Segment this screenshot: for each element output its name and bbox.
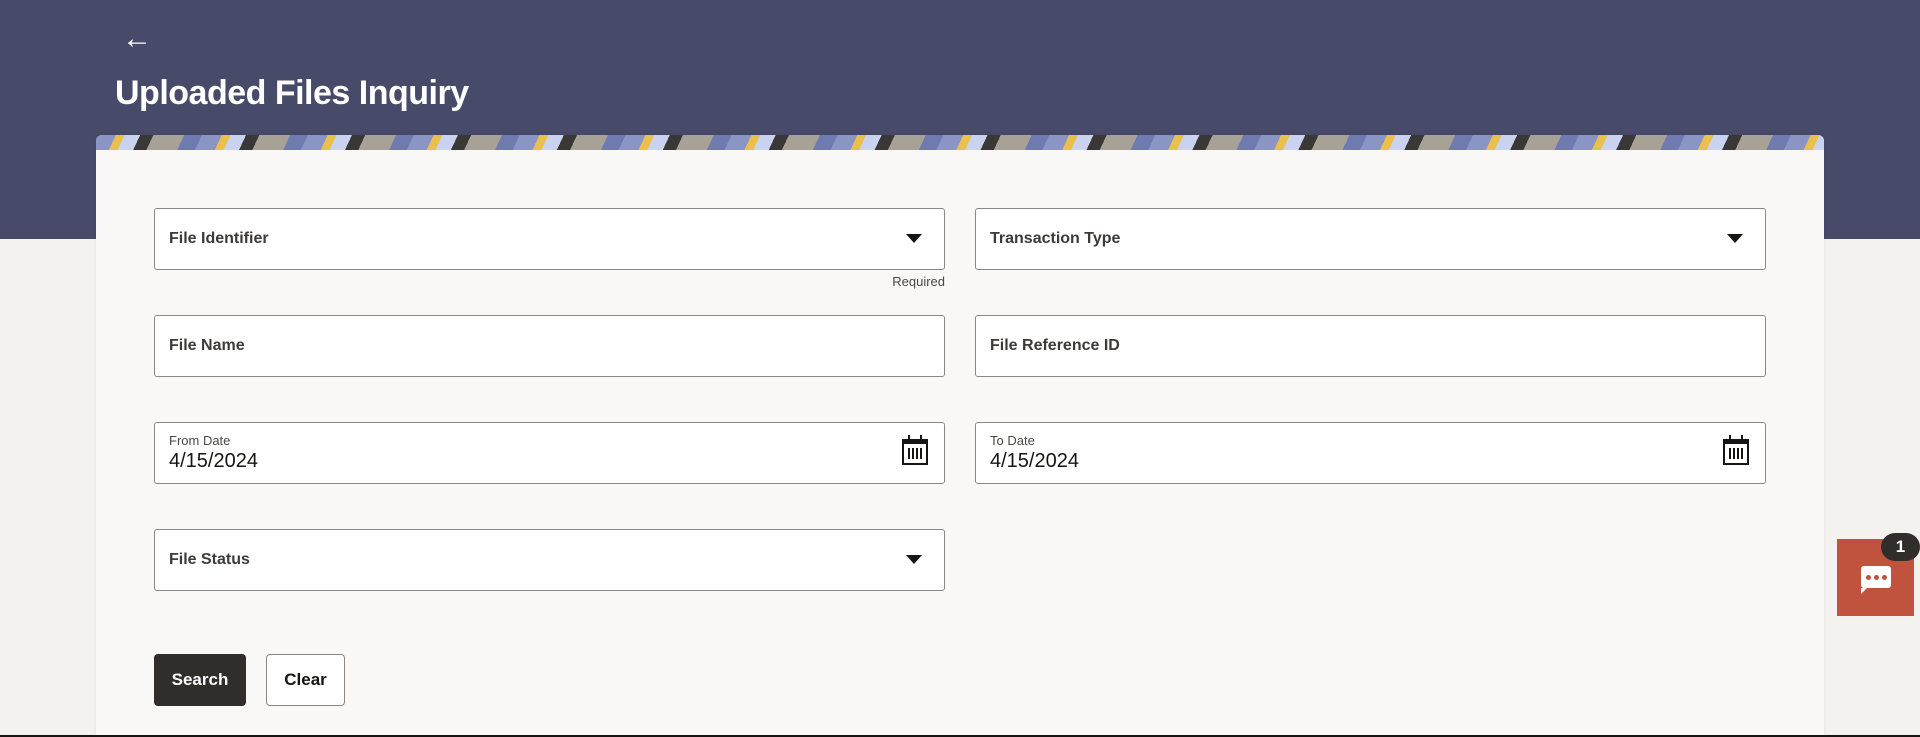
field-label: File Identifier (169, 230, 269, 247)
page-title: Uploaded Files Inquiry (115, 74, 469, 112)
field-label: To Date (990, 433, 1035, 448)
file-reference-id-input[interactable]: File Reference ID (975, 315, 1766, 377)
chevron-down-icon (1727, 234, 1743, 243)
back-arrow-icon[interactable]: ← (122, 22, 152, 56)
field-label: File Name (169, 337, 245, 354)
field-label: From Date (169, 433, 231, 448)
field-value: 4/15/2024 (169, 450, 258, 472)
search-button[interactable]: Search (154, 654, 246, 706)
calendar-icon[interactable] (1723, 435, 1749, 465)
field-value: 4/15/2024 (990, 450, 1079, 472)
transaction-type-select[interactable]: Transaction Type (975, 208, 1766, 270)
chat-bubble-icon (1861, 566, 1891, 594)
file-identifier-select[interactable]: File Identifier (154, 208, 945, 270)
field-label: File Reference ID (990, 337, 1120, 354)
required-hint: Required (892, 274, 945, 289)
calendar-icon[interactable] (902, 435, 928, 465)
notification-badge: 1 (1881, 533, 1920, 561)
from-date-input[interactable]: From Date 4/15/2024 (154, 422, 945, 484)
to-date-input[interactable]: To Date 4/15/2024 (975, 422, 1766, 484)
file-name-input[interactable]: File Name (154, 315, 945, 377)
chevron-down-icon (906, 555, 922, 564)
chevron-down-icon (906, 234, 922, 243)
clear-button[interactable]: Clear (266, 654, 345, 706)
file-status-select[interactable]: File Status (154, 529, 945, 591)
field-label: Transaction Type (990, 230, 1121, 247)
field-label: File Status (169, 551, 250, 568)
decorative-banner (96, 135, 1824, 150)
